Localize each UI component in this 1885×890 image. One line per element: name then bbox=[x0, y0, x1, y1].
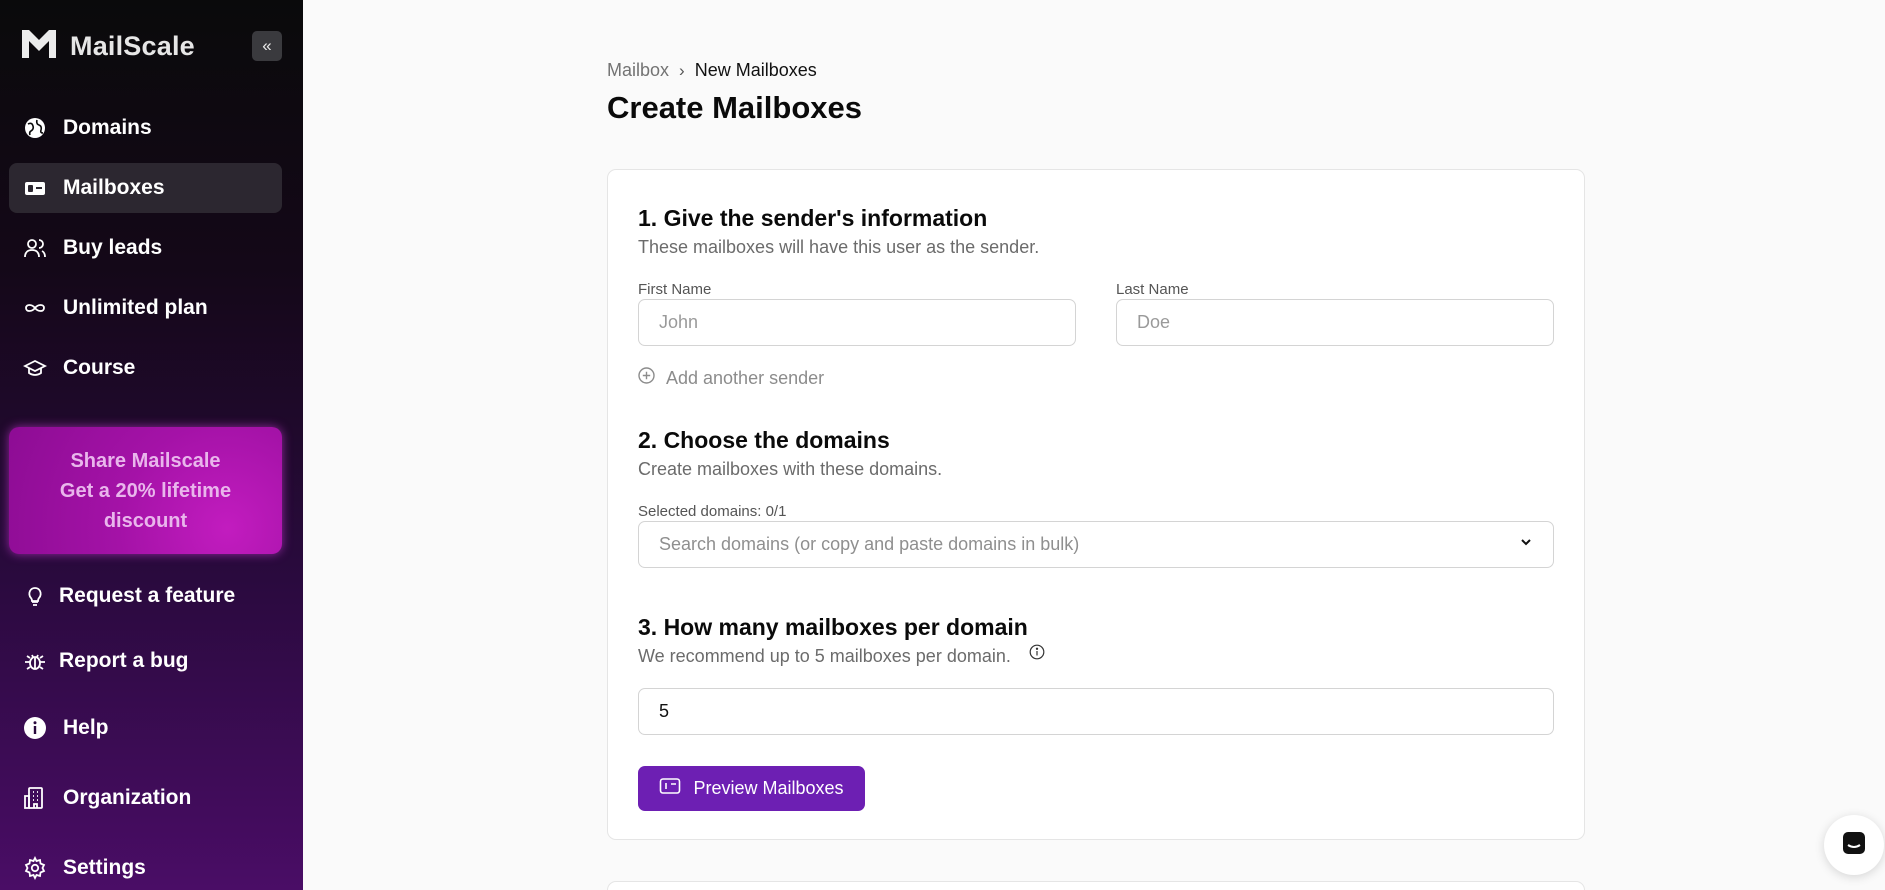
sidebar-item-mailboxes[interactable]: Mailboxes bbox=[9, 163, 282, 213]
create-mailboxes-card: 1. Give the sender's information These m… bbox=[607, 169, 1585, 840]
chevron-down-icon bbox=[1519, 535, 1533, 554]
preview-button-label: Preview Mailboxes bbox=[693, 778, 844, 798]
sidebar-item-label: Help bbox=[63, 716, 109, 739]
last-name-input[interactable] bbox=[1116, 299, 1554, 346]
sidebar-item-label: Report a bug bbox=[59, 649, 189, 672]
share-promo-banner[interactable]: Share Mailscale Get a 20% lifetime disco… bbox=[9, 427, 282, 554]
sidebar-item-label: Course bbox=[63, 356, 136, 379]
sender-section-title: 1. Give the sender's information bbox=[638, 205, 988, 231]
chat-icon bbox=[1840, 829, 1868, 862]
mailbox-icon bbox=[659, 777, 681, 800]
chevron-right-icon: › bbox=[679, 60, 685, 80]
sidebar-item-label: Request a feature bbox=[59, 584, 236, 607]
sidebar-item-domains[interactable]: Domains bbox=[9, 103, 282, 153]
info-icon[interactable] bbox=[1029, 644, 1045, 665]
main-content: Mailbox › New Mailboxes Create Mailboxes… bbox=[303, 0, 1885, 890]
mailbox-icon bbox=[23, 176, 47, 200]
sidebar-item-report-bug[interactable]: Report a bug bbox=[9, 636, 282, 686]
sidebar-item-settings[interactable]: Settings bbox=[9, 843, 282, 890]
secondary-card bbox=[607, 881, 1585, 890]
sidebar-item-label: Settings bbox=[63, 856, 146, 879]
sidebar-item-label: Unlimited plan bbox=[63, 296, 208, 319]
collapse-sidebar-button[interactable]: « bbox=[252, 31, 282, 61]
infinity-icon bbox=[23, 296, 47, 320]
brand-name: MailScale bbox=[70, 31, 195, 61]
sidebar-item-buy-leads[interactable]: Buy leads bbox=[9, 223, 282, 273]
promo-line: discount bbox=[103, 509, 188, 532]
last-name-label: Last Name bbox=[1116, 281, 1189, 298]
sidebar-item-organization[interactable]: Organization bbox=[9, 773, 282, 823]
breadcrumb-current: New Mailboxes bbox=[694, 60, 817, 80]
promo-text: Share Mailscale Get a 20% lifetime disco… bbox=[60, 446, 231, 536]
page-title: Create Mailboxes bbox=[607, 90, 862, 125]
users-icon bbox=[23, 236, 47, 260]
sidebar-item-label: Mailboxes bbox=[63, 176, 165, 199]
add-another-sender-button[interactable]: Add another sender bbox=[638, 367, 824, 389]
sidebar-item-course[interactable]: Course bbox=[9, 343, 282, 393]
breadcrumb: Mailbox › New Mailboxes bbox=[607, 60, 817, 81]
bug-icon bbox=[23, 649, 47, 673]
preview-mailboxes-button[interactable]: Preview Mailboxes bbox=[638, 766, 865, 811]
sidebar-item-unlimited-plan[interactable]: Unlimited plan bbox=[9, 283, 282, 333]
promo-line: Share Mailscale bbox=[70, 449, 221, 472]
plus-circle-icon bbox=[638, 367, 655, 389]
mailscale-logo-icon bbox=[20, 28, 58, 65]
gear-icon bbox=[23, 856, 47, 880]
domains-search-placeholder: Search domains (or copy and paste domain… bbox=[659, 534, 1080, 554]
info-icon bbox=[23, 716, 47, 740]
count-section-title: 3. How many mailboxes per domain bbox=[638, 614, 1028, 640]
sidebar-item-label: Buy leads bbox=[63, 236, 163, 259]
breadcrumb-mailbox-link[interactable]: Mailbox bbox=[607, 60, 669, 81]
domains-select[interactable]: Search domains (or copy and paste domain… bbox=[638, 521, 1554, 568]
sender-section-subtitle: These mailboxes will have this user as t… bbox=[638, 237, 1040, 257]
chevrons-left-icon: « bbox=[262, 36, 272, 55]
add-sender-label: Add another sender bbox=[666, 367, 825, 388]
lightbulb-icon bbox=[23, 584, 47, 608]
sidebar-item-label: Domains bbox=[63, 116, 152, 139]
first-name-input[interactable] bbox=[638, 299, 1076, 346]
sidebar-item-label: Organization bbox=[63, 786, 192, 809]
mailboxes-per-domain-input[interactable] bbox=[638, 688, 1554, 735]
first-name-label: First Name bbox=[638, 281, 712, 298]
sidebar-item-help[interactable]: Help bbox=[9, 703, 282, 753]
chat-support-button[interactable] bbox=[1824, 815, 1884, 875]
globe-icon bbox=[23, 116, 47, 140]
graduation-cap-icon bbox=[23, 356, 47, 380]
brand[interactable]: MailScale bbox=[20, 28, 195, 65]
domains-section-title: 2. Choose the domains bbox=[638, 427, 890, 453]
count-section-subtitle: We recommend up to 5 mailboxes per domai… bbox=[638, 646, 1011, 666]
building-icon bbox=[23, 786, 47, 810]
sidebar-item-request-feature[interactable]: Request a feature bbox=[9, 571, 282, 621]
promo-line: Get a 20% lifetime bbox=[59, 479, 232, 502]
domains-section-subtitle: Create mailboxes with these domains. bbox=[638, 459, 943, 479]
sidebar: MailScale « Domains Mailboxes Buy leads … bbox=[0, 0, 303, 890]
selected-domains-label: Selected domains: 0/1 bbox=[638, 503, 787, 520]
